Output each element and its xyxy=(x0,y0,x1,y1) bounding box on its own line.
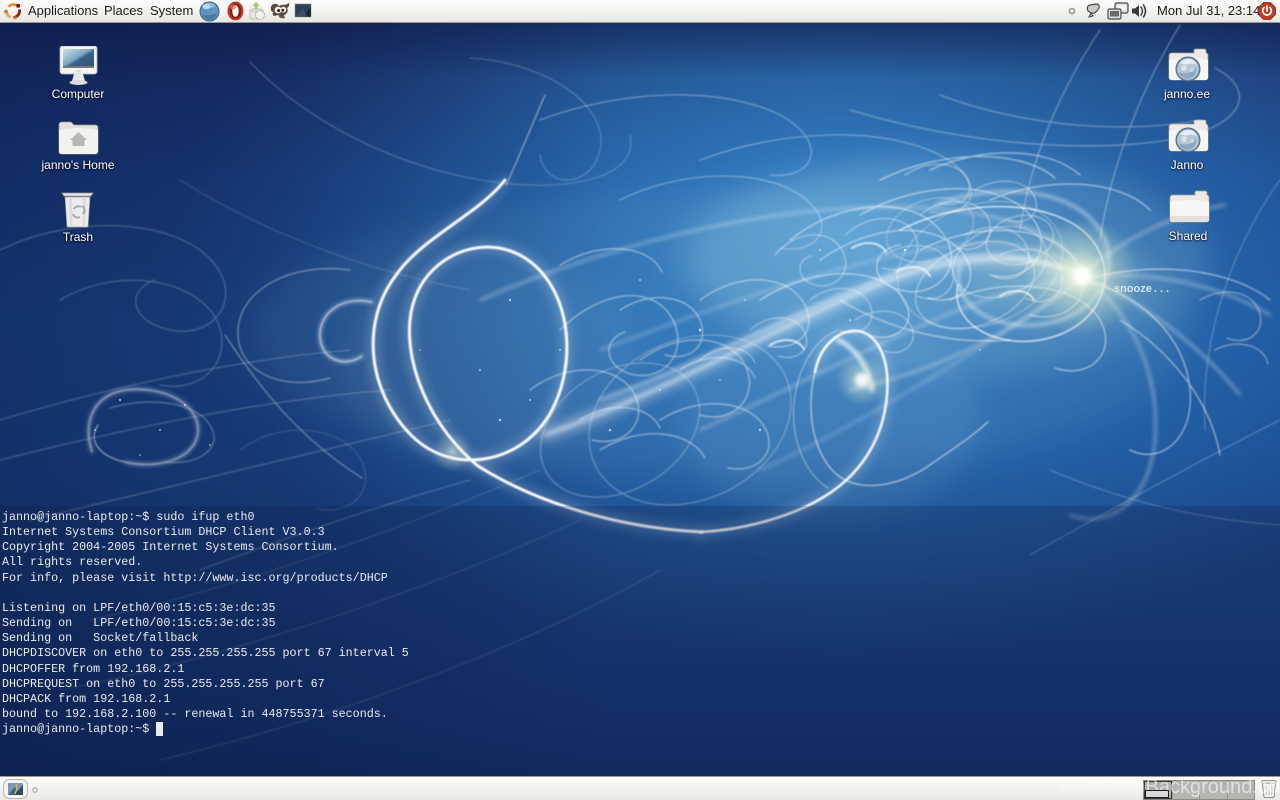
svg-text:snooze...: snooze... xyxy=(1114,283,1169,295)
